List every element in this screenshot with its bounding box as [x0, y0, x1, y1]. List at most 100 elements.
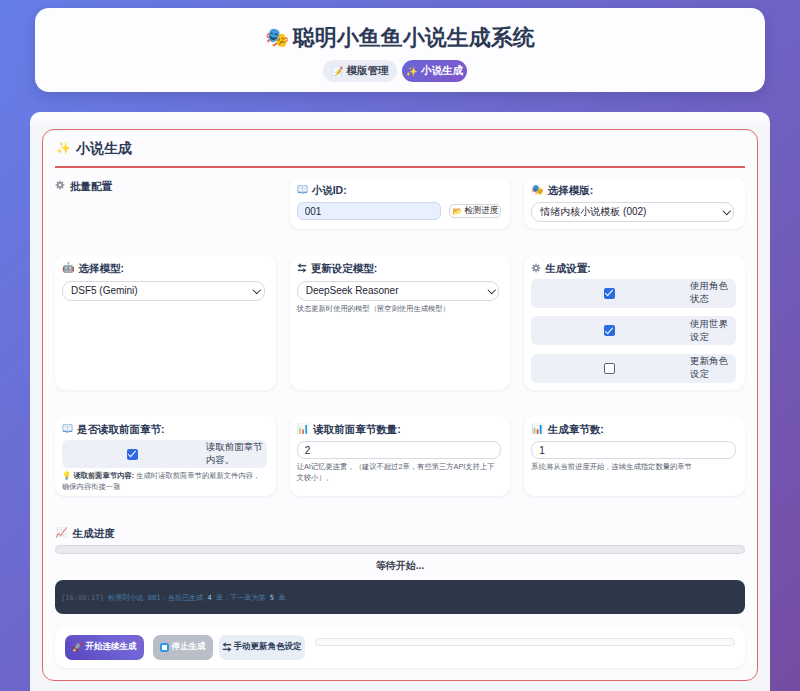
- checkbox-zone: [531, 288, 688, 299]
- chevron-down-icon: [722, 207, 730, 215]
- main-container: ✨ 小说生成 批量配置 小说ID: 📂 检测进度: [30, 112, 770, 691]
- theater-masks-icon: 🎭: [265, 27, 289, 49]
- read-prev-row: 读取前面章节内容。: [62, 440, 267, 468]
- batch-config-text: 批量配置: [70, 180, 112, 193]
- bar-chart-icon: 📊: [297, 424, 309, 434]
- app-header: 🎭 聪明小鱼鱼小说生成系统 📝 模版管理 ✨ 小说生成: [35, 8, 765, 92]
- update-model-label-text: 更新设定模型:: [311, 262, 378, 275]
- progress-status-text: 等待开始...: [55, 560, 745, 572]
- update-model-selected-value: DeepSeek Reasoner: [306, 285, 399, 296]
- gear-icon: [55, 180, 65, 190]
- update-model-select[interactable]: DeepSeek Reasoner: [297, 281, 500, 301]
- update-model-label: 更新设定模型:: [297, 262, 502, 275]
- read-prev-hint: 💡 读取前面章节内容: 生成时读取前面章节的最新文件内容，确保内容衔接一致: [62, 471, 267, 492]
- actions-panel: 🚀 开始连续生成 停止生成 手动更新角色设定: [55, 626, 745, 668]
- novel-id-input[interactable]: [297, 202, 442, 220]
- swap-arrows-icon: [222, 642, 232, 652]
- tab-novel-label: 小说生成: [421, 64, 463, 78]
- tab-template-label: 模版管理: [347, 64, 389, 78]
- chevron-down-icon: [253, 286, 261, 294]
- gen-count-input[interactable]: [531, 441, 736, 459]
- open-book-icon: [297, 184, 308, 195]
- checkbox-zone: [62, 449, 203, 460]
- read-count-panel: 📊 读取前面章节数量: 让AI记忆更连贯，（建议不超过2章，有些第三方API支持…: [290, 416, 511, 497]
- tab-template-management[interactable]: 📝 模版管理: [323, 60, 396, 82]
- read-count-hint: 让AI记忆更连贯，（建议不超过2章，有些第三方API支持上下文较小）。: [297, 462, 502, 483]
- read-count-input[interactable]: [297, 441, 502, 459]
- log-timestamp: [16:00:17]: [61, 593, 104, 602]
- open-book-icon: [62, 423, 73, 434]
- sparkles-icon: ✨: [56, 141, 71, 156]
- log-message: 检测到小说 001，当前已生成: [104, 593, 208, 602]
- stop-generation-label: 停止生成: [172, 641, 206, 653]
- template-panel: 🎭 选择模版: 情绪内核小说模板 (002): [524, 177, 745, 230]
- check-progress-button[interactable]: 📂 检测进度: [449, 204, 501, 218]
- update-character-setting-label: 更新角色设定: [688, 355, 736, 381]
- read-prev-hint-bold: 读取前面章节内容:: [73, 471, 134, 480]
- update-model-panel: 更新设定模型: DeepSeek Reasoner 状态更新时使用的模型（留空则…: [290, 255, 511, 390]
- generation-progress-bar: [55, 545, 745, 554]
- use-character-state-label: 使用角色状态: [688, 280, 736, 306]
- bar-chart-icon: 📊: [531, 424, 543, 434]
- config-grid: 批量配置 小说ID: 📂 检测进度 🎭 选择模版:: [55, 177, 745, 497]
- batch-config-label: 批量配置: [55, 177, 276, 230]
- app-title: 🎭 聪明小鱼鱼小说生成系统: [35, 25, 765, 50]
- read-prev-label: 是否读取前面章节:: [62, 423, 267, 436]
- sparkles-icon: ✨: [406, 66, 418, 77]
- checkbox-zone: [531, 325, 688, 336]
- model-label-text: 选择模型:: [78, 262, 124, 275]
- model-label: 🤖 选择模型:: [62, 262, 267, 275]
- model-selected-value: DSF5 (Gemini): [71, 285, 138, 296]
- check-progress-label: 检测进度: [464, 205, 498, 217]
- log-message: 章，下一章为第: [212, 593, 270, 602]
- manual-update-label: 手动更新角色设定: [234, 641, 302, 653]
- read-prev-panel: 是否读取前面章节: 读取前面章节内容。 💡 读取前面章节内容: 生成时读取前面章…: [55, 416, 276, 497]
- start-generation-label: 开始连续生成: [86, 641, 137, 653]
- gen-settings-panel: 生成设置: 使用角色状态 使用世界设定 更新角色设定: [524, 255, 745, 390]
- use-world-setting-checkbox[interactable]: [604, 325, 615, 336]
- read-count-label: 📊 读取前面章节数量:: [297, 423, 502, 436]
- checkbox-zone: [531, 363, 688, 374]
- template-select[interactable]: 情绪内核小说模板 (002): [531, 202, 734, 222]
- rocket-icon: 🚀: [72, 642, 83, 652]
- app-title-text: 聪明小鱼鱼小说生成系统: [293, 25, 535, 50]
- gen-count-label-text: 生成章节数:: [548, 423, 604, 436]
- log-message: 章: [274, 593, 285, 602]
- chart-increasing-icon: 📈: [55, 528, 67, 538]
- template-selected-value: 情绪内核小说模板 (002): [540, 205, 646, 219]
- update-model-hint: 状态更新时使用的模型（留空则使用生成模型）: [297, 304, 502, 315]
- use-character-state-row: 使用角色状态: [531, 279, 736, 308]
- tab-novel-generation[interactable]: ✨ 小说生成: [402, 60, 467, 82]
- novel-generation-card: ✨ 小说生成 批量配置 小说ID: 📂 检测进度: [42, 129, 758, 681]
- progress-label-text: 生成进度: [72, 527, 114, 540]
- model-panel: 🤖 选择模型: DSF5 (Gemini): [55, 255, 276, 390]
- stop-button-icon: [160, 643, 169, 652]
- chevron-down-icon: [488, 286, 496, 294]
- read-prev-checkbox[interactable]: [127, 449, 138, 460]
- theater-masks-icon: 🎭: [531, 185, 543, 195]
- read-count-label-text: 读取前面章节数量:: [313, 423, 401, 436]
- update-character-setting-checkbox[interactable]: [604, 363, 615, 374]
- progress-section-label: 📈 生成进度: [55, 527, 745, 540]
- start-generation-button[interactable]: 🚀 开始连续生成: [65, 635, 144, 660]
- use-character-state-checkbox[interactable]: [604, 288, 615, 299]
- read-prev-label-text: 是否读取前面章节:: [77, 423, 165, 436]
- novel-id-label: 小说ID:: [297, 184, 502, 197]
- memo-icon: 📝: [331, 66, 343, 77]
- read-prev-option-label: 读取前面章节内容。: [203, 441, 267, 467]
- swap-arrows-icon: [297, 263, 307, 273]
- manual-update-character-button[interactable]: 手动更新角色设定: [219, 635, 305, 660]
- use-world-setting-row: 使用世界设定: [531, 316, 736, 345]
- gen-settings-label-text: 生成设置:: [545, 262, 591, 275]
- novel-id-row: 📂 检测进度: [297, 202, 502, 220]
- robot-icon: 🤖: [62, 263, 74, 273]
- gen-count-panel: 📊 生成章节数: 系统将从当前进度开始，连续生成指定数量的章节: [524, 416, 745, 497]
- log-line: [16:00:17] 检测到小说 001，当前已生成 4 章，下一章为第 5 章: [61, 592, 286, 603]
- novel-id-panel: 小说ID: 📂 检测进度: [290, 177, 511, 230]
- nav-tabs: 📝 模版管理 ✨ 小说生成: [30, 60, 760, 82]
- stop-generation-button[interactable]: 停止生成: [153, 635, 213, 660]
- model-select[interactable]: DSF5 (Gemini): [62, 281, 265, 301]
- card-title: ✨ 小说生成: [55, 140, 745, 168]
- novel-id-label-text: 小说ID:: [312, 184, 347, 197]
- log-panel[interactable]: [16:00:17] 检测到小说 001，当前已生成 4 章，下一章为第 5 章: [55, 580, 745, 614]
